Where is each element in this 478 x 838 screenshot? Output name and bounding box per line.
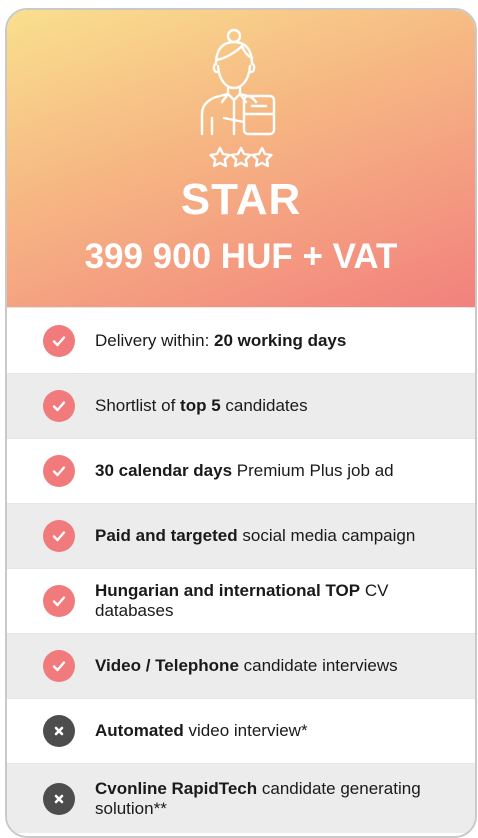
check-icon — [43, 324, 75, 357]
check-icon — [43, 650, 75, 682]
check-icon — [43, 455, 75, 487]
feature-list: Delivery within: 20 working days Shortli… — [7, 307, 475, 833]
feature-text: Automated video interview* — [95, 721, 308, 740]
feature-item: Paid and targeted social media campaign — [7, 503, 475, 568]
feature-text: Cvonline RapidTech candidate generating … — [95, 778, 421, 818]
feature-text: Delivery within: 20 working days — [95, 330, 347, 350]
feature-item: Shortlist of top 5 candidates — [7, 373, 475, 438]
feature-item: Delivery within: 20 working days — [7, 307, 475, 373]
feature-text: Hungarian and international TOP CV datab… — [95, 581, 389, 620]
feature-item: Hungarian and international TOP CV datab… — [7, 568, 475, 633]
plan-price: 399 900 HUF + VAT — [84, 237, 398, 276]
cross-icon — [43, 782, 75, 815]
check-icon — [43, 520, 75, 552]
cross-icon — [43, 715, 75, 747]
feature-text: Paid and targeted social media campaign — [95, 526, 416, 545]
plan-name: STAR — [180, 175, 302, 224]
feature-text: Video / Telephone candidate interviews — [95, 656, 398, 675]
feature-item-excluded: Automated video interview* — [7, 698, 475, 763]
pricing-header: STAR 399 900 HUF + VAT — [7, 10, 475, 307]
feature-text: 30 calendar days Premium Plus job ad — [95, 461, 394, 480]
check-icon — [43, 390, 75, 422]
feature-item: 30 calendar days Premium Plus job ad — [7, 438, 475, 503]
feature-item: Video / Telephone candidate interviews — [7, 633, 475, 698]
check-icon — [43, 585, 75, 617]
recruiter-star-icon — [7, 26, 475, 171]
pricing-card: STAR 399 900 HUF + VAT Delivery within: … — [5, 8, 477, 838]
feature-text: Shortlist of top 5 candidates — [95, 396, 308, 415]
